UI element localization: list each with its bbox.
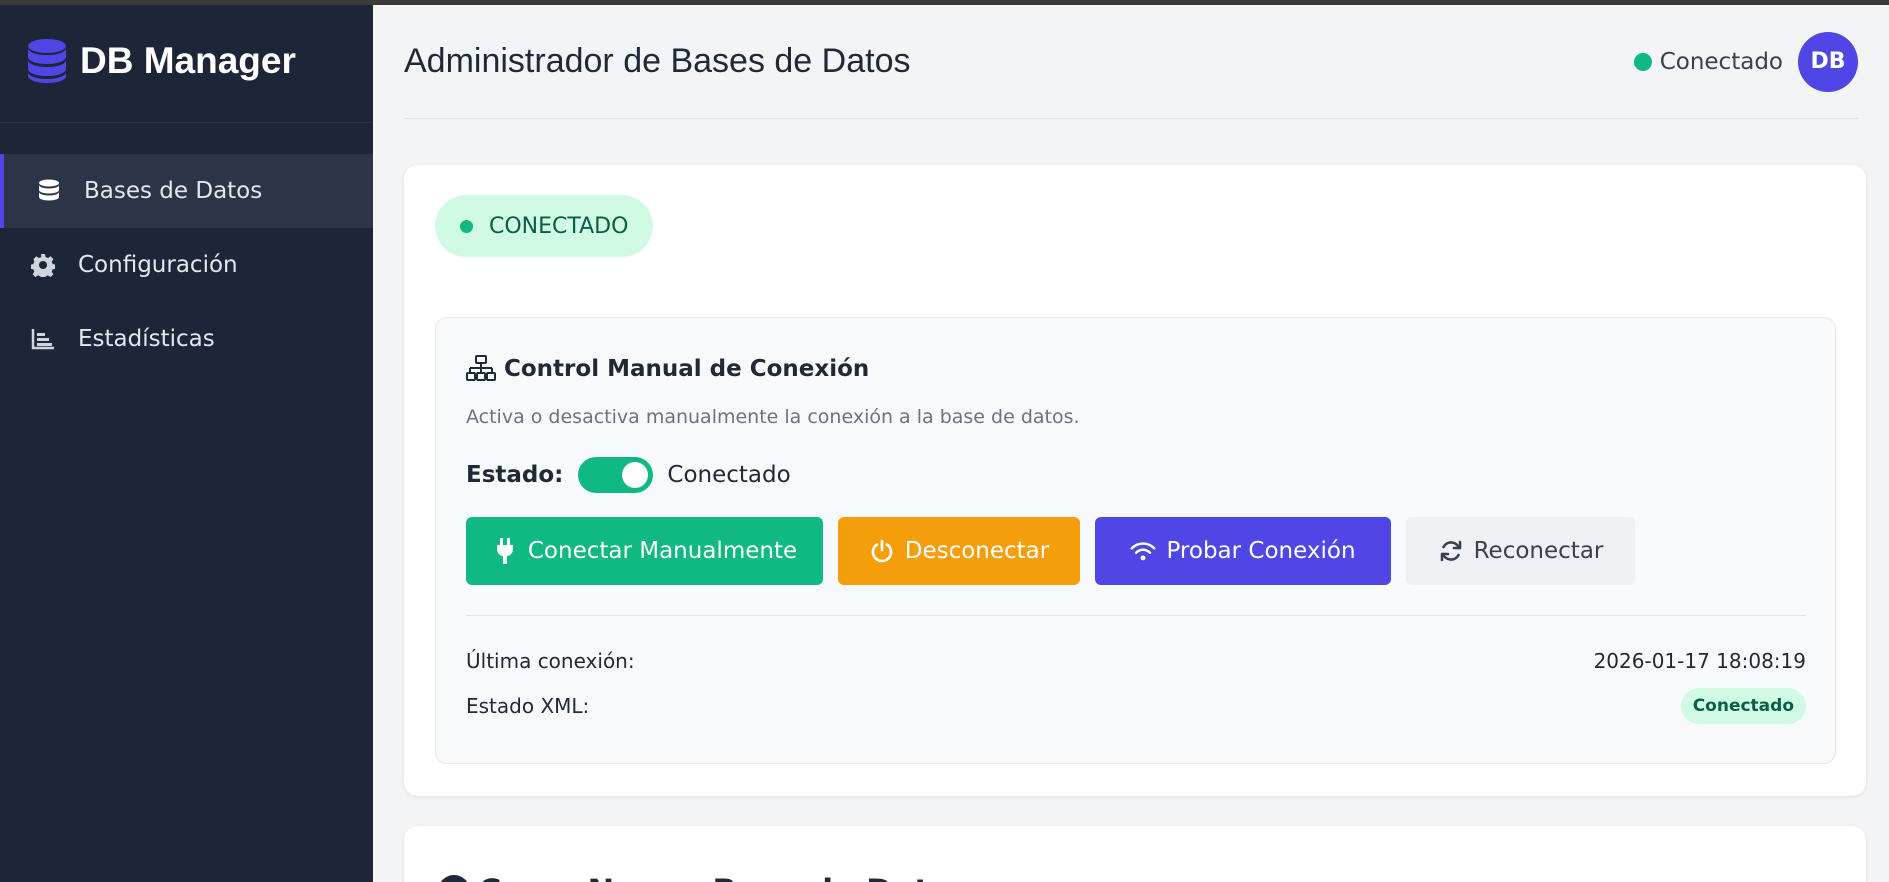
create-database-title: Crear Nueva Base de Datos xyxy=(438,872,970,882)
last-connection-label: Última conexión: xyxy=(466,649,635,673)
main-content: Administrador de Bases de Datos Conectad… xyxy=(373,0,1889,882)
sidebar: DB Manager Bases de Datos Configuración xyxy=(0,0,373,882)
sidebar-item-bases-de-datos[interactable]: Bases de Datos xyxy=(0,154,373,228)
xml-status-row: Estado XML: Conectado xyxy=(466,688,1806,724)
estado-row: Estado: Conectado xyxy=(466,457,791,493)
sidebar-item-configuracion[interactable]: Configuración xyxy=(0,228,373,302)
wifi-icon xyxy=(1130,538,1156,564)
database-icon xyxy=(28,39,66,83)
manual-control-description: Activa o desactiva manualmente la conexi… xyxy=(466,406,1080,428)
sidebar-item-label: Bases de Datos xyxy=(84,178,263,204)
status-dot-icon xyxy=(1633,52,1652,71)
status-badge-label: CONECTADO xyxy=(489,213,629,239)
chart-icon xyxy=(30,326,56,352)
window-top-border xyxy=(0,0,1889,5)
connect-manually-label: Conectar Manualmente xyxy=(527,538,798,564)
brand: DB Manager xyxy=(0,0,373,123)
connection-status-card: CONECTADO Control Manual de Conexión Act… xyxy=(404,165,1866,796)
page-title: Administrador de Bases de Datos xyxy=(404,42,911,80)
reconnect-button[interactable]: Reconectar xyxy=(1406,517,1635,585)
sidebar-nav: Bases de Datos Configuración Estadística… xyxy=(0,154,373,376)
estado-label: Estado: xyxy=(466,462,564,488)
xml-status-label: Estado XML: xyxy=(466,694,590,718)
header-status-text: Conectado xyxy=(1659,48,1783,75)
connect-manually-button[interactable]: Conectar Manualmente xyxy=(466,517,823,585)
last-connection-value: 2026-01-17 18:08:19 xyxy=(1593,649,1806,673)
disconnect-button[interactable]: Desconectar xyxy=(838,517,1080,585)
manual-control-title: Control Manual de Conexión xyxy=(466,355,869,383)
status-badge: CONECTADO xyxy=(435,195,654,257)
sidebar-item-label: Estadísticas xyxy=(78,326,215,352)
create-database-title-text: Crear Nueva Base de Datos xyxy=(478,872,970,882)
header-status-area: Conectado DB xyxy=(1633,31,1858,92)
sidebar-item-label: Configuración xyxy=(78,252,238,278)
gear-icon xyxy=(30,252,56,278)
divider xyxy=(466,615,1806,616)
refresh-icon xyxy=(1438,538,1464,564)
test-connection-label: Probar Conexión xyxy=(1166,538,1356,564)
connection-button-row: Conectar Manualmente Desconectar Probar … xyxy=(466,517,1650,585)
database-icon xyxy=(36,178,62,204)
create-database-card: Crear Nueva Base de Datos xyxy=(404,826,1866,882)
network-icon xyxy=(466,355,496,381)
last-connection-row: Última conexión: 2026-01-17 18:08:19 xyxy=(466,649,1806,673)
disconnect-label: Desconectar xyxy=(904,538,1050,564)
estado-value: Conectado xyxy=(667,462,791,488)
plus-circle-icon xyxy=(438,875,470,882)
sidebar-item-estadisticas[interactable]: Estadísticas xyxy=(0,302,373,376)
brand-title: DB Manager xyxy=(80,40,296,81)
reconnect-label: Reconectar xyxy=(1473,538,1604,564)
power-icon xyxy=(869,538,895,564)
plug-icon xyxy=(492,538,518,564)
status-dot-icon xyxy=(460,219,473,233)
page-header: Administrador de Bases de Datos Conectad… xyxy=(404,5,1858,119)
connection-toggle[interactable] xyxy=(578,457,654,493)
manual-control-panel: Control Manual de Conexión Activa o desa… xyxy=(435,317,1836,764)
avatar[interactable]: DB xyxy=(1798,31,1858,92)
xml-status-badge: Conectado xyxy=(1680,688,1806,724)
manual-control-title-text: Control Manual de Conexión xyxy=(504,356,870,382)
test-connection-button[interactable]: Probar Conexión xyxy=(1095,517,1391,585)
toggle-knob xyxy=(622,462,649,488)
